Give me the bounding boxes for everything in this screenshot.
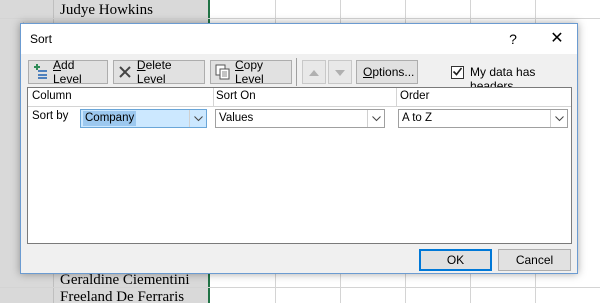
add-level-icon xyxy=(33,64,49,80)
move-down-button[interactable] xyxy=(328,60,352,84)
sort-column-value: Company xyxy=(83,111,137,126)
cell-name: Freeland De Ferraris xyxy=(60,289,185,303)
add-level-mnemonic: A xyxy=(53,58,62,72)
options-button[interactable]: Options... xyxy=(356,60,418,84)
options-mnemonic: O xyxy=(363,65,373,79)
sort-dialog: Sort ? ✕ Add Level Delete Level Copy Lev… xyxy=(20,23,578,274)
order-header: Order xyxy=(400,90,430,102)
title-bar: Sort ? ✕ xyxy=(21,24,577,54)
sort-column-dropdown[interactable]: Company xyxy=(80,109,207,128)
options-label: ptions... xyxy=(372,65,415,79)
dialog-title: Sort xyxy=(30,32,53,46)
arrow-down-icon xyxy=(335,65,345,79)
chevron-down-icon xyxy=(367,110,384,127)
sort-on-value: Values xyxy=(219,112,254,124)
sort-by-label: Sort by xyxy=(32,110,69,122)
arrow-up-icon xyxy=(309,65,319,79)
chevron-down-icon xyxy=(189,110,206,127)
sort-levels-grid: Column Sort On Order Sort by Company Val… xyxy=(27,87,572,244)
cancel-button[interactable]: Cancel xyxy=(498,249,571,271)
move-up-button[interactable] xyxy=(302,60,326,84)
close-button[interactable]: ✕ xyxy=(539,24,575,54)
add-level-button[interactable]: Add Level xyxy=(28,58,108,86)
copy-icon xyxy=(215,64,231,80)
order-value: A to Z xyxy=(402,112,433,124)
cell-name: Judye Howkins xyxy=(60,2,153,18)
sort-on-dropdown[interactable]: Values xyxy=(215,109,385,128)
toolbar-separator xyxy=(296,58,297,86)
copy-level-button[interactable]: Copy Level xyxy=(210,58,292,86)
delete-level-mnemonic: D xyxy=(136,58,146,72)
my-data-has-headers-checkbox[interactable] xyxy=(451,66,464,79)
copy-level-mnemonic: C xyxy=(235,58,244,72)
checkmark-icon xyxy=(452,66,463,80)
delete-level-button[interactable]: Delete Level xyxy=(113,58,205,86)
order-dropdown[interactable]: A to Z xyxy=(398,109,568,128)
help-button[interactable]: ? xyxy=(499,24,527,54)
delete-x-icon xyxy=(118,64,133,80)
sort-on-header: Sort On xyxy=(216,90,256,102)
chevron-down-icon xyxy=(550,110,567,127)
column-header: Column xyxy=(32,90,72,102)
ok-button[interactable]: OK xyxy=(419,249,492,271)
